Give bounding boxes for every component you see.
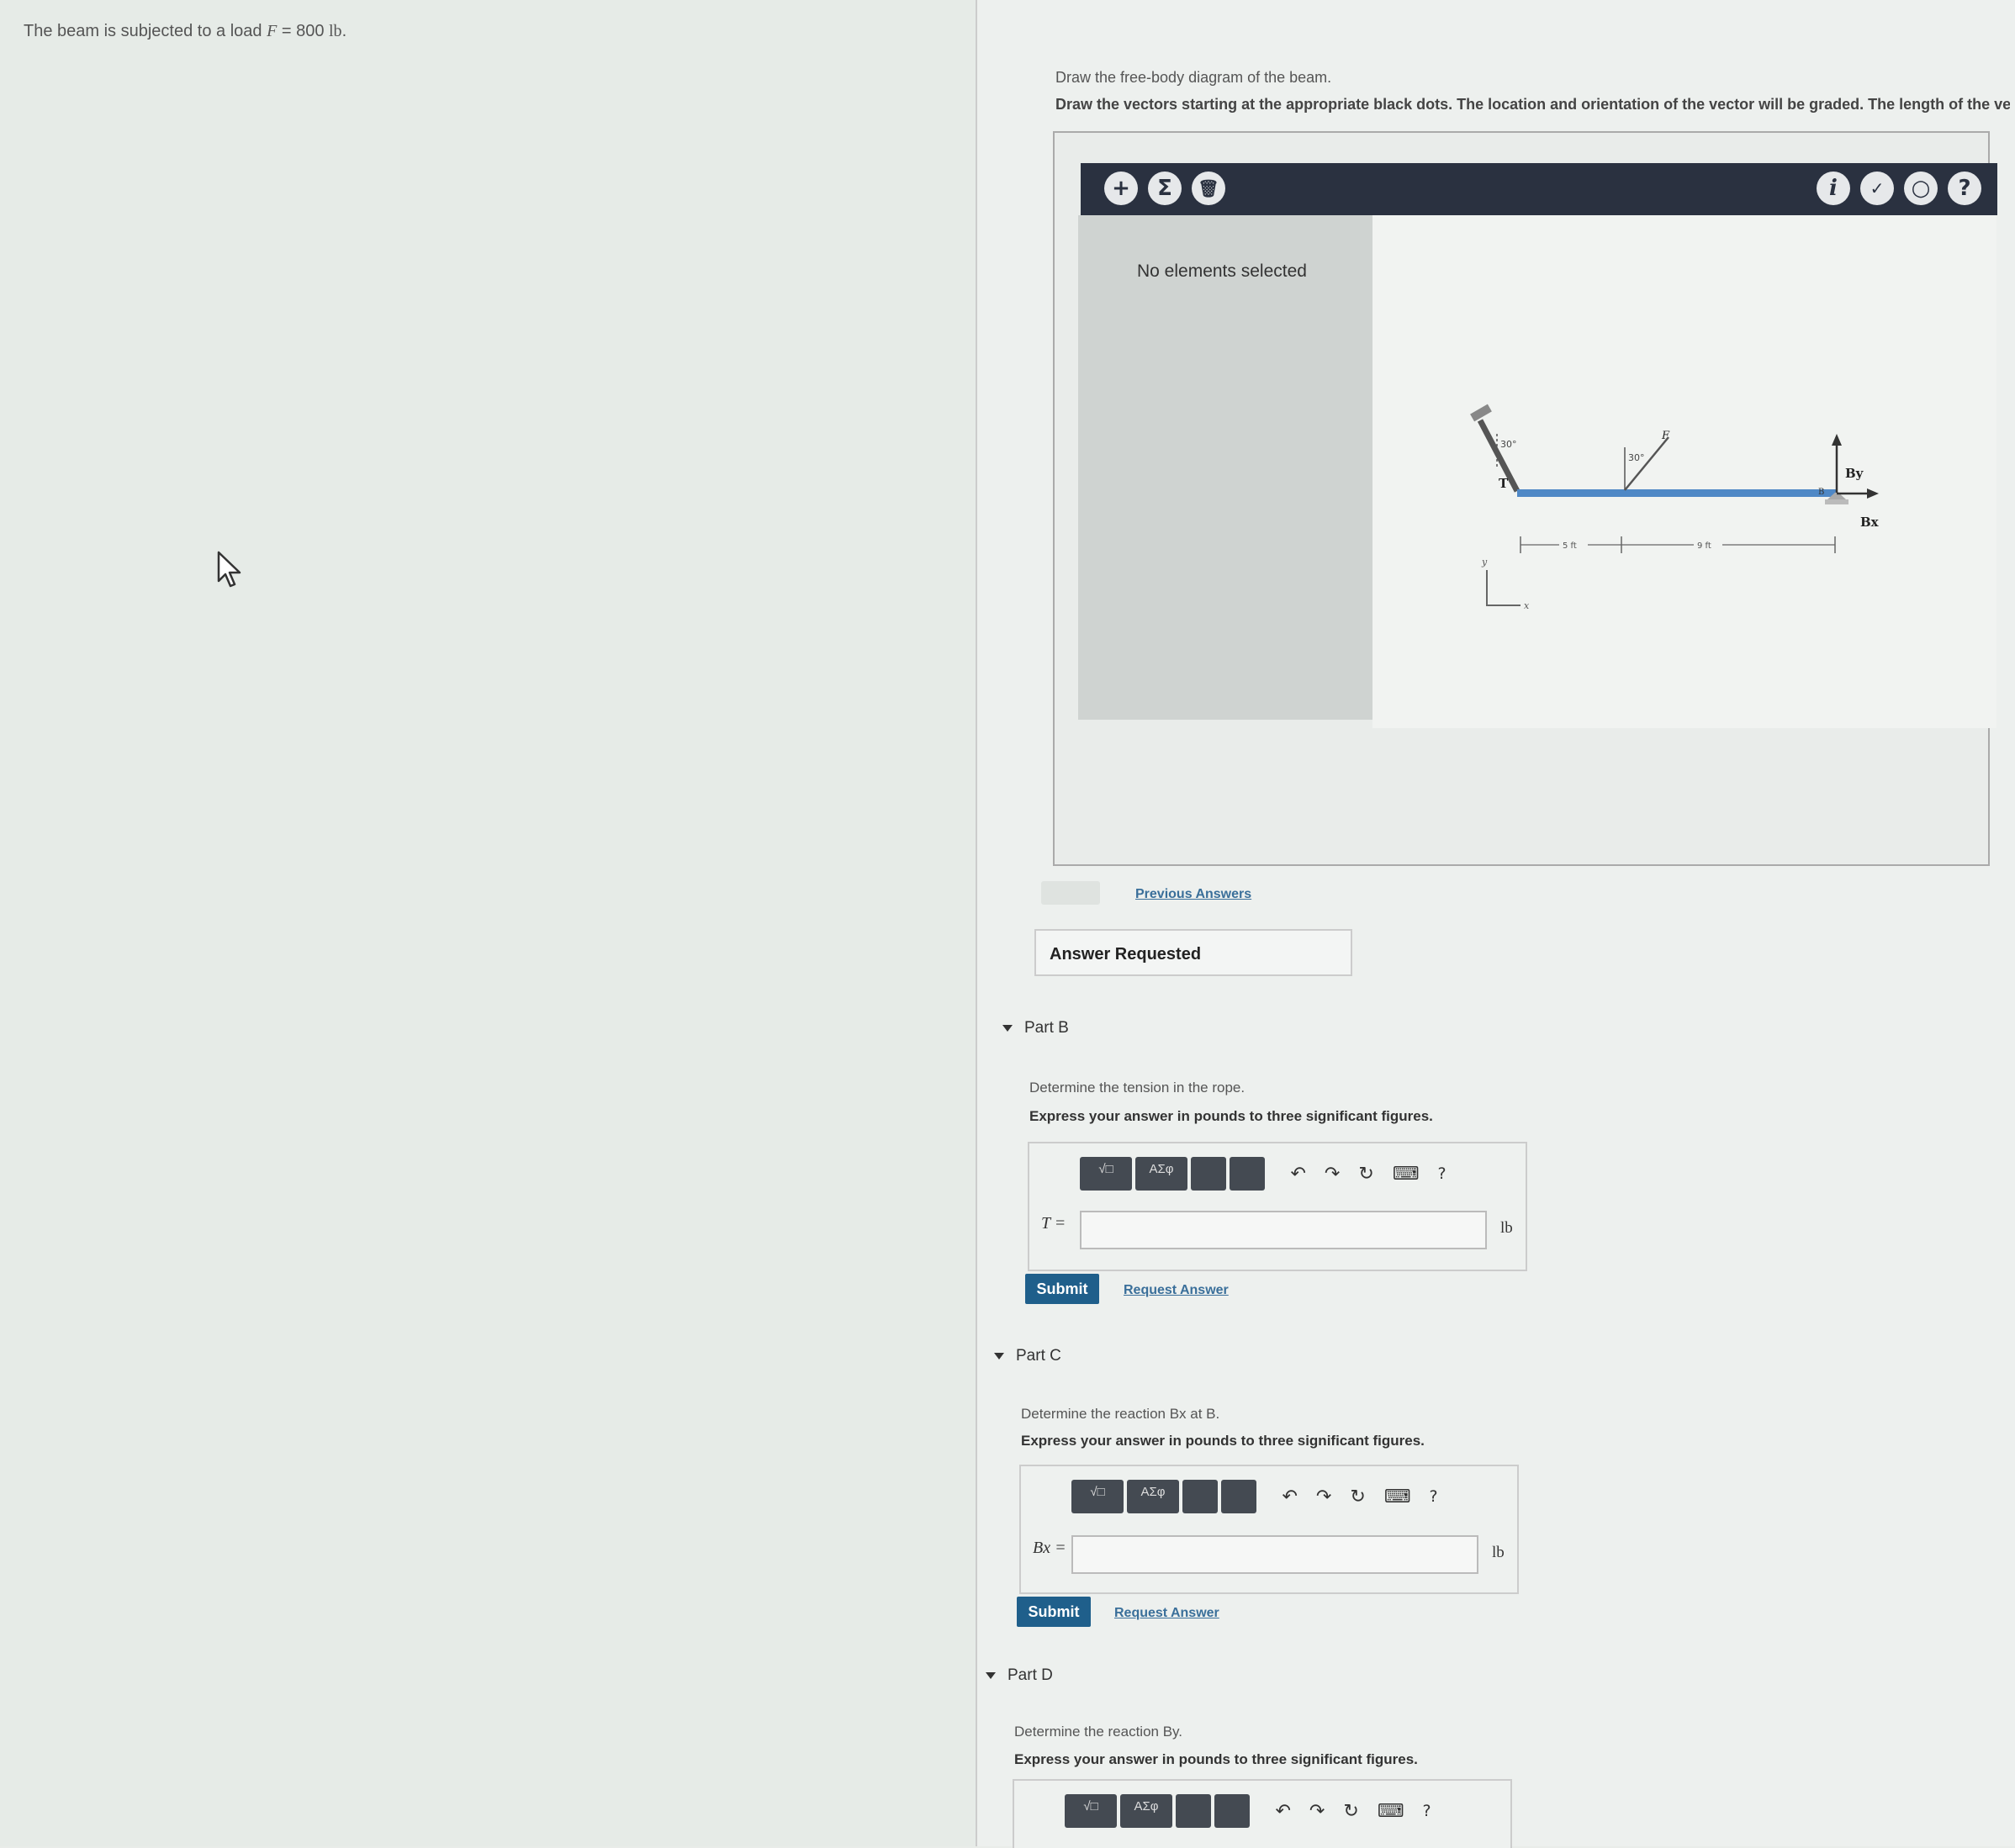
part-b-answer-box: √□ ΑΣφ ↶ ↷ ↻ ⌨? T = lb	[1028, 1142, 1527, 1271]
symbols-button[interactable]: ΑΣφ	[1120, 1794, 1172, 1828]
units-button[interactable]	[1221, 1480, 1256, 1513]
part-c-express: Express your answer in pounds to three s…	[1021, 1433, 1425, 1449]
beam-diagram: 30° T 30° F B By Bx 5 ft 9 ft y x	[1470, 404, 1880, 611]
help-icon[interactable]: ?	[1430, 1487, 1438, 1506]
problem-pane: The beam is subjected to a load F = 800 …	[0, 0, 976, 1846]
selection-panel: No elements selected	[1078, 215, 1372, 720]
part-c-question: Determine the reaction Bx at B.	[1021, 1406, 1220, 1422]
beam	[1517, 489, 1837, 497]
load-angle-label: 30°	[1628, 452, 1645, 463]
load-label: F	[1661, 430, 1670, 442]
keyboard-icon[interactable]: ⌨	[1393, 1164, 1420, 1185]
math-toolbar: √□ ΑΣφ ↶ ↷ ↻ ⌨?	[1071, 1480, 1438, 1517]
help-icon[interactable]: ?	[1438, 1164, 1446, 1183]
collapse-triangle-icon[interactable]	[986, 1671, 996, 1679]
rope-angle-label: 30°	[1500, 439, 1517, 450]
by-label: By	[1845, 466, 1864, 481]
mouse-pointer-icon	[217, 551, 241, 588]
units-button[interactable]	[1230, 1157, 1265, 1191]
help-icon[interactable]: ?	[1423, 1802, 1431, 1820]
dim-5ft: 5 ft	[1563, 541, 1577, 551]
units-button[interactable]	[1214, 1794, 1250, 1828]
reset-icon[interactable]: ↻	[1343, 1801, 1358, 1822]
math-toolbar: √□ ΑΣφ ↶ ↷ ↻ ⌨?	[1080, 1157, 1446, 1194]
templates-button[interactable]: √□	[1065, 1794, 1117, 1828]
check-icon[interactable]: ✓	[1860, 172, 1894, 205]
redo-icon[interactable]: ↷	[1316, 1486, 1331, 1507]
redo-icon[interactable]: ↷	[1309, 1801, 1325, 1822]
part-b-question: Determine the tension in the rope.	[1029, 1080, 1245, 1096]
no-selection-text: No elements selected	[1137, 261, 1307, 281]
part-d-header[interactable]: Part D	[986, 1666, 1053, 1685]
submit-button-disabled	[1041, 881, 1100, 905]
fbd-canvas[interactable]: 30° T 30° F B By Bx 5 ft 9 ft y x	[1372, 215, 1996, 728]
tension-input[interactable]	[1080, 1211, 1487, 1249]
tension-label: T	[1499, 476, 1509, 491]
bx-label: Bx	[1860, 515, 1880, 530]
variable-label: Bx =	[1033, 1539, 1066, 1557]
subscript-button[interactable]	[1176, 1794, 1211, 1828]
math-toolbar: √□ ΑΣφ ↶ ↷ ↻ ⌨?	[1065, 1794, 1431, 1831]
coordinate-axes	[1486, 570, 1521, 606]
redo-icon[interactable]: ↷	[1325, 1164, 1340, 1185]
reset-icon[interactable]: ↻	[1350, 1486, 1365, 1507]
undo-icon[interactable]: ↶	[1290, 1164, 1305, 1185]
keyboard-icon[interactable]: ⌨	[1378, 1801, 1404, 1822]
trash-icon[interactable]: 🗑	[1192, 172, 1225, 205]
unit-label: lb	[1492, 1544, 1505, 1561]
info-icon[interactable]: i	[1817, 172, 1850, 205]
submit-button[interactable]: Submit	[1017, 1597, 1091, 1627]
part-d-express: Express your answer in pounds to three s…	[1014, 1751, 1418, 1767]
keyboard-icon[interactable]: ⌨	[1384, 1486, 1411, 1507]
request-answer-link[interactable]: Request Answer	[1114, 1606, 1219, 1621]
part-b-express: Express your answer in pounds to three s…	[1029, 1108, 1433, 1124]
rope-anchor	[1470, 404, 1492, 422]
submit-button[interactable]: Submit	[1025, 1274, 1099, 1304]
add-vector-button[interactable]: +	[1104, 172, 1138, 205]
fbd-toolbar: + Σ 🗑 i ✓ ○ ?	[1081, 163, 1997, 215]
variable-label: T =	[1041, 1214, 1066, 1233]
subscript-button[interactable]	[1182, 1480, 1218, 1513]
problem-statement: The beam is subjected to a load F = 800 …	[24, 22, 347, 40]
templates-button[interactable]: √□	[1071, 1480, 1124, 1513]
request-answer-link[interactable]: Request Answer	[1124, 1283, 1229, 1298]
collapse-triangle-icon[interactable]	[1002, 1024, 1013, 1032]
part-c-header[interactable]: Part C	[994, 1347, 1061, 1365]
templates-button[interactable]: √□	[1080, 1157, 1132, 1191]
support-b-label: B	[1818, 488, 1824, 497]
symbols-button[interactable]: ΑΣφ	[1127, 1480, 1179, 1513]
reset-icon[interactable]: ○	[1904, 172, 1938, 205]
sum-button[interactable]: Σ	[1148, 172, 1182, 205]
part-c-answer-box: √□ ΑΣφ ↶ ↷ ↻ ⌨? Bx = lb	[1019, 1465, 1519, 1594]
subscript-button[interactable]	[1191, 1157, 1226, 1191]
unit-label: lb	[1500, 1219, 1513, 1237]
part-a-instruction: Draw the free-body diagram of the beam.	[1055, 69, 1332, 86]
help-icon[interactable]: ?	[1948, 172, 1981, 205]
part-b-header[interactable]: Part B	[1002, 1019, 1069, 1038]
answer-requested-badge: Answer Requested	[1034, 929, 1352, 976]
dim-9ft: 9 ft	[1697, 541, 1711, 551]
previous-answers-link[interactable]: Previous Answers	[1135, 887, 1251, 902]
reset-icon[interactable]: ↻	[1358, 1164, 1373, 1185]
undo-icon[interactable]: ↶	[1282, 1486, 1297, 1507]
part-d-answer-box: √□ ΑΣφ ↶ ↷ ↻ ⌨?	[1013, 1779, 1512, 1848]
x-axis-label: x	[1524, 600, 1530, 611]
part-a-instruction-bold: Draw the vectors starting at the appropr…	[1055, 96, 2010, 113]
part-d-question: Determine the reaction By.	[1014, 1724, 1182, 1740]
bx-input[interactable]	[1071, 1535, 1478, 1574]
load-arrow	[1624, 436, 1669, 491]
undo-icon[interactable]: ↶	[1275, 1801, 1290, 1822]
symbols-button[interactable]: ΑΣφ	[1135, 1157, 1187, 1191]
collapse-triangle-icon[interactable]	[994, 1352, 1004, 1360]
y-axis-label: y	[1481, 557, 1488, 568]
